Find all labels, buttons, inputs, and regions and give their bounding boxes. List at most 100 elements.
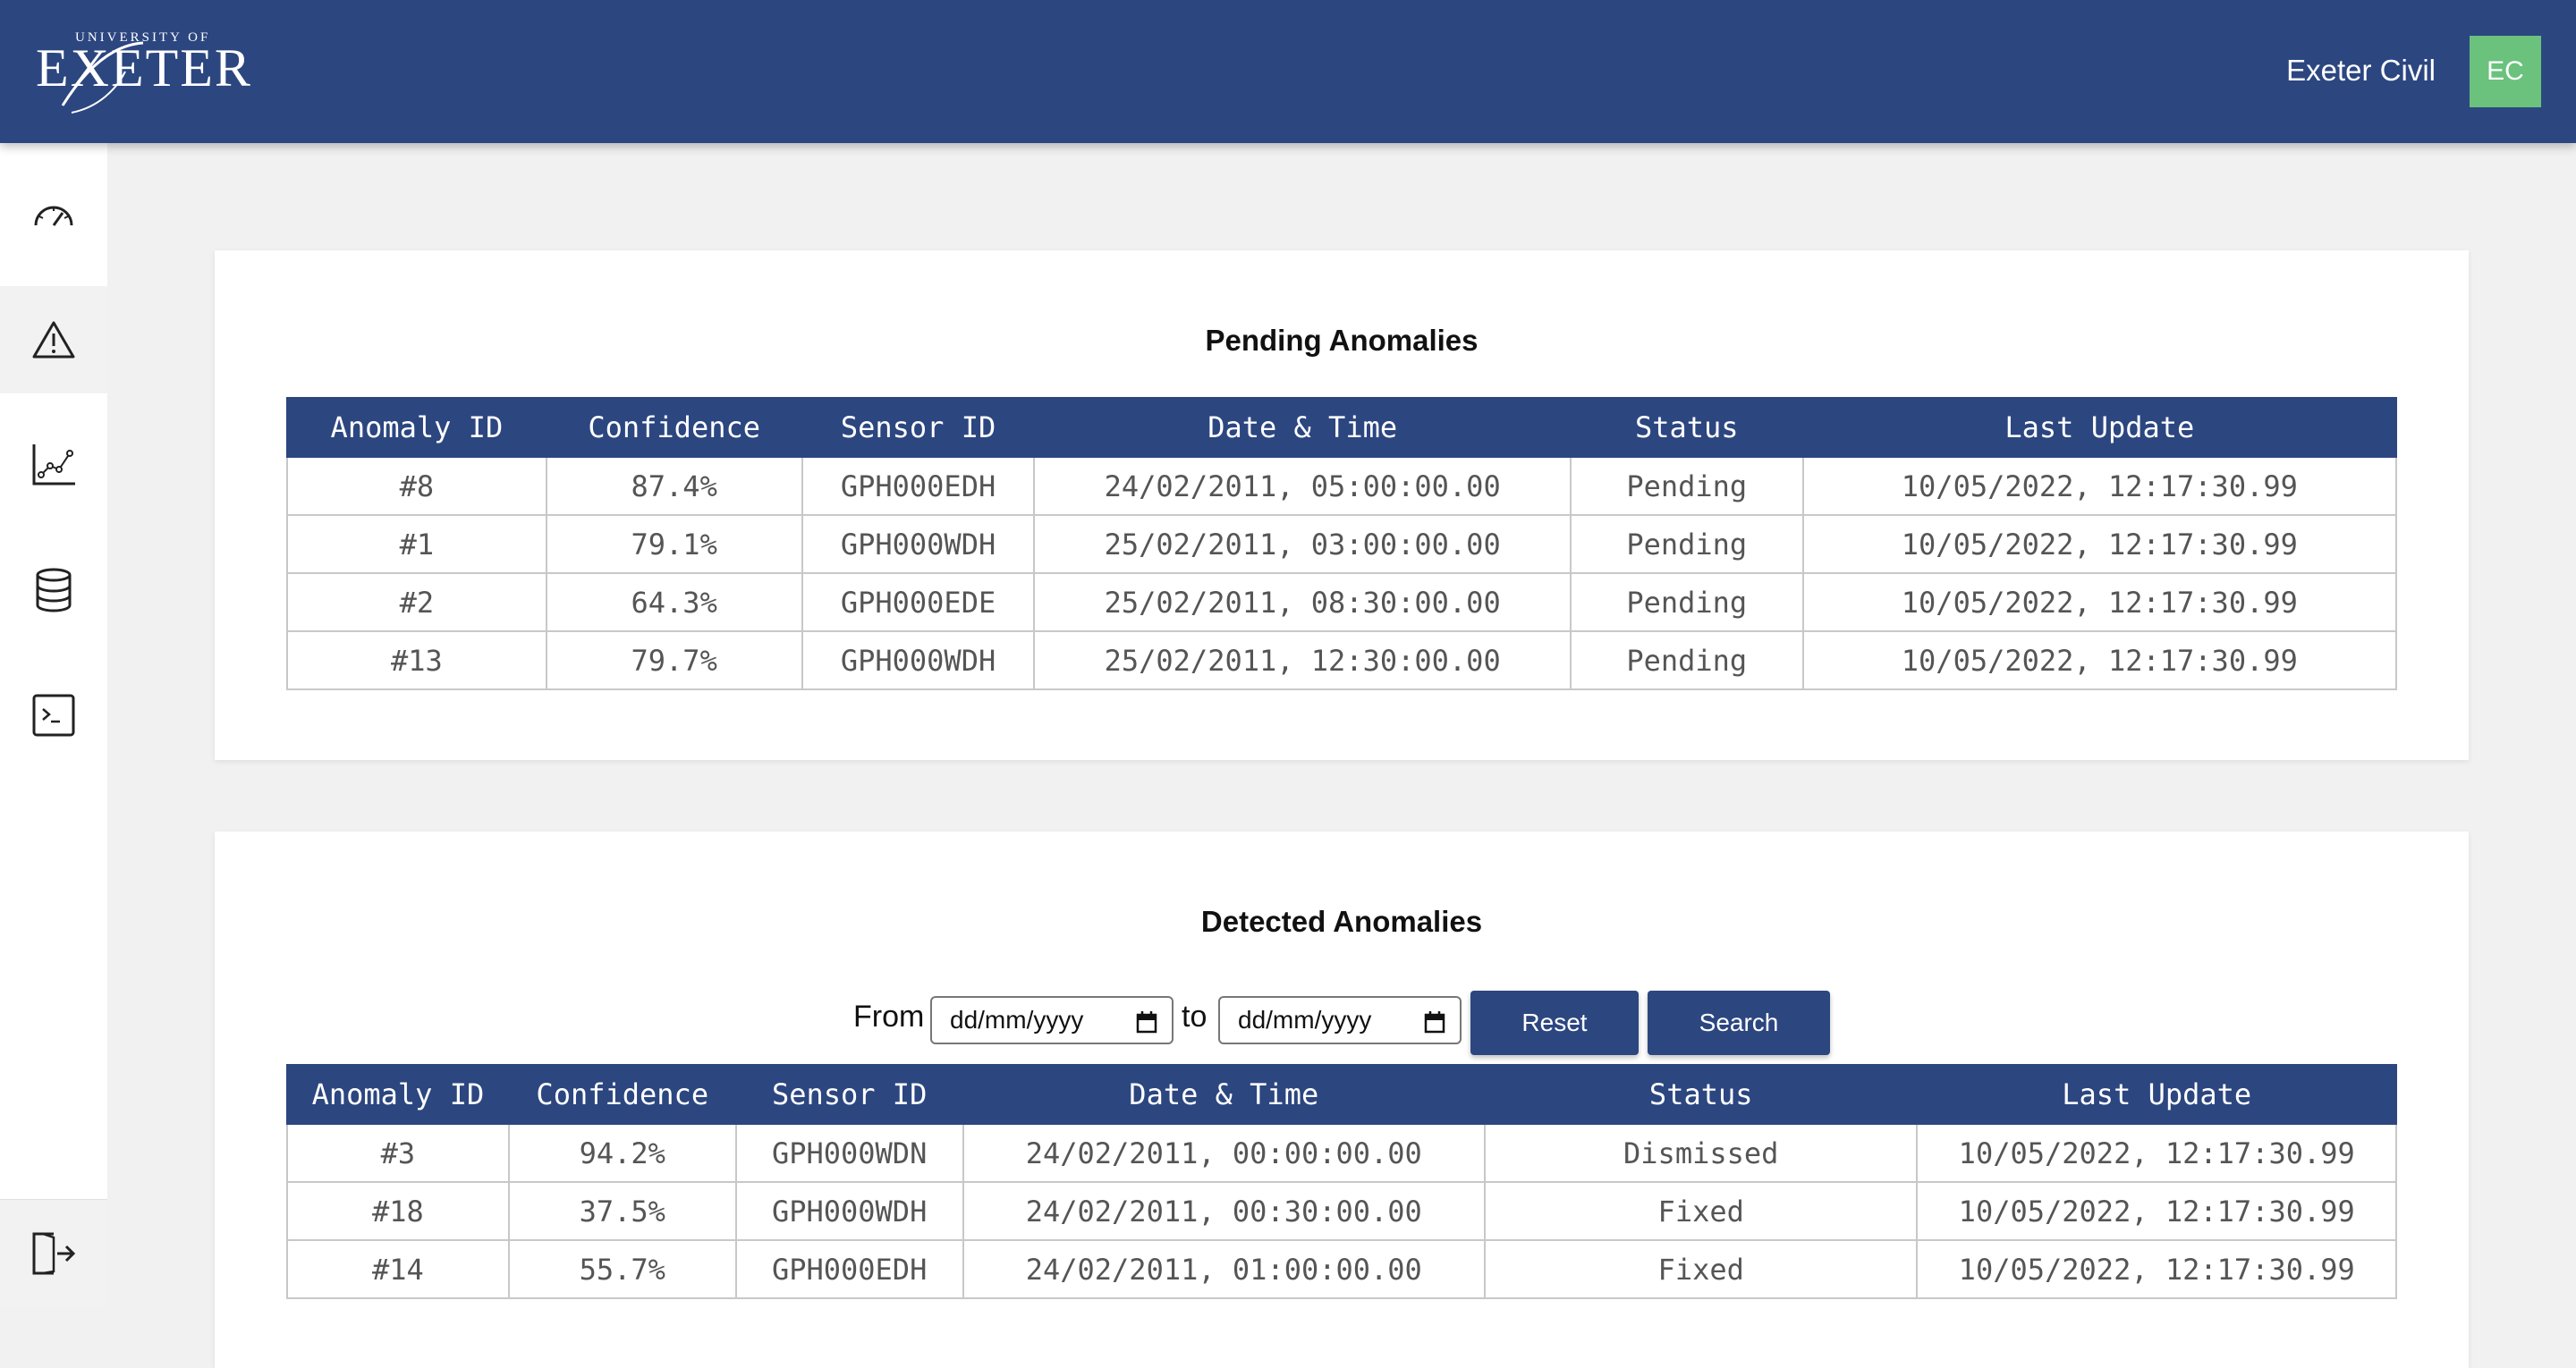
table-cell: 79.7% (545, 630, 803, 690)
reset-button[interactable]: Reset (1470, 991, 1639, 1055)
table-row[interactable]: #13 79.7% GPH000WDH 25/02/2011, 12:30:00.00… (286, 630, 2398, 690)
database-icon (36, 568, 72, 612)
table-cell: 24/02/2011, 00:00:00.00 (962, 1123, 1486, 1183)
detected-table-body: #3 94.2% GPH000WDN 24/02/2011, 00:00:00.00 D… (286, 1123, 2397, 1299)
university-logo[interactable]: UNIVERSITY OF EXETER (36, 27, 250, 116)
table-row[interactable]: #3 94.2% GPH000WDN 24/02/2011, 00:00:00.00 D… (286, 1123, 2397, 1183)
table-header-row: Anomaly ID Confidence Sensor ID Date & Time… (286, 397, 2398, 458)
sidebar-item-dashboard[interactable] (0, 161, 107, 268)
table-cell: 37.5% (507, 1181, 737, 1241)
warning-icon (32, 321, 75, 359)
table-cell: 24/02/2011, 00:30:00.00 (962, 1181, 1486, 1241)
table-cell: #1 (286, 514, 547, 574)
table-cell: 24/02/2011, 05:00:00.00 (1033, 456, 1572, 516)
table-cell: #3 (286, 1123, 510, 1183)
logout-icon (32, 1232, 76, 1275)
top-bar: UNIVERSITY OF EXETER Exeter Civil EC (0, 0, 2576, 143)
table-cell: #14 (286, 1239, 510, 1299)
table-cell: #8 (286, 456, 547, 516)
table-cell: 55.7% (507, 1239, 737, 1299)
table-cell: 10/05/2022, 12:17:30.99 (1916, 1181, 2397, 1241)
to-label: to (1182, 1000, 1208, 1034)
table-cell: Fixed (1483, 1181, 1919, 1241)
from-date-input[interactable]: dd/mm/yyyy (930, 996, 1174, 1044)
gauge-icon (34, 206, 73, 226)
pending-title: Pending Anomalies (1205, 324, 1479, 357)
column-header[interactable]: Confidence (545, 397, 803, 458)
sidebar-item-terminal[interactable] (0, 662, 107, 769)
table-cell: 10/05/2022, 12:17:30.99 (1801, 572, 2398, 632)
table-cell: 10/05/2022, 12:17:30.99 (1801, 456, 2398, 516)
table-cell: Pending (1569, 630, 1804, 690)
column-header[interactable]: Date & Time (962, 1064, 1486, 1125)
logo-big-text: EXETER (36, 38, 252, 97)
to-date-placeholder: dd/mm/yyyy (1238, 1006, 1372, 1034)
table-cell: 25/02/2011, 12:30:00.00 (1033, 630, 1572, 690)
table-cell: #18 (286, 1181, 510, 1241)
pending-table: Anomaly ID Confidence Sensor ID Date & Time… (286, 397, 2398, 690)
table-cell: GPH000WDH (801, 630, 1036, 690)
table-cell: GPH000EDE (801, 572, 1036, 632)
column-header[interactable]: Sensor ID (734, 1064, 964, 1125)
table-cell: GPH000WDH (734, 1181, 964, 1241)
table-cell: #13 (286, 630, 547, 690)
sidebar-item-analytics[interactable] (0, 411, 107, 519)
table-row[interactable]: #2 64.3% GPH000EDE 25/02/2011, 08:30:00.00 P… (286, 572, 2398, 632)
table-cell: 10/05/2022, 12:17:30.99 (1801, 514, 2398, 574)
calendar-icon[interactable] (1424, 1010, 1445, 1034)
table-cell: 94.2% (507, 1123, 737, 1183)
table-cell: Pending (1569, 514, 1804, 574)
column-header[interactable]: Last Update (1916, 1064, 2397, 1125)
table-cell: 79.1% (545, 514, 803, 574)
table-row[interactable]: #14 55.7% GPH000EDH 24/02/2011, 01:00:00.00… (286, 1239, 2397, 1299)
table-cell: Pending (1569, 572, 1804, 632)
logout-button[interactable] (0, 1199, 107, 1307)
table-cell: GPH000WDN (734, 1123, 964, 1183)
table-cell: #2 (286, 572, 547, 632)
table-row[interactable]: #18 37.5% GPH000WDH 24/02/2011, 00:30:00.00… (286, 1181, 2397, 1241)
column-header[interactable]: Anomaly ID (286, 1064, 510, 1125)
table-cell: Fixed (1483, 1239, 1919, 1299)
detected-table-header: Anomaly ID Confidence Sensor ID Date & Time… (286, 1064, 2397, 1125)
table-cell: Dismissed (1483, 1123, 1919, 1183)
column-header[interactable]: Date & Time (1033, 397, 1572, 458)
column-header[interactable]: Status (1569, 397, 1804, 458)
sidebar (0, 143, 107, 1307)
date-filter-bar: From dd/mm/yyyy to dd/mm/yyyy Reset Sear… (215, 991, 2469, 1055)
table-cell: 25/02/2011, 03:00:00.00 (1033, 514, 1572, 574)
column-header[interactable]: Last Update (1801, 397, 2398, 458)
sidebar-item-database[interactable] (0, 536, 107, 644)
table-cell: Pending (1569, 456, 1804, 516)
to-date-input[interactable]: dd/mm/yyyy (1218, 996, 1462, 1044)
table-cell: 24/02/2011, 01:00:00.00 (962, 1239, 1486, 1299)
detected-table: Anomaly ID Confidence Sensor ID Date & Time… (286, 1064, 2397, 1299)
table-cell: 64.3% (545, 572, 803, 632)
from-label: From (853, 1000, 925, 1034)
chart-icon (32, 444, 75, 486)
column-header[interactable]: Sensor ID (801, 397, 1036, 458)
table-header-row: Anomaly ID Confidence Sensor ID Date & Time… (286, 1064, 2397, 1125)
pending-table-header: Anomaly ID Confidence Sensor ID Date & Time… (286, 397, 2398, 458)
column-header[interactable]: Anomaly ID (286, 397, 547, 458)
table-cell: 87.4% (545, 456, 803, 516)
table-row[interactable]: #1 79.1% GPH000WDH 25/02/2011, 03:00:00.00 P… (286, 514, 2398, 574)
table-cell: 25/02/2011, 08:30:00.00 (1033, 572, 1572, 632)
avatar[interactable]: EC (2470, 36, 2541, 107)
terminal-icon (32, 694, 75, 737)
detected-anomalies-card: Detected Anomalies From dd/mm/yyyy to dd… (215, 832, 2469, 1368)
table-cell: 10/05/2022, 12:17:30.99 (1801, 630, 2398, 690)
column-header[interactable]: Status (1483, 1064, 1919, 1125)
table-cell: GPH000EDH (734, 1239, 964, 1299)
table-cell: GPH000WDH (801, 514, 1036, 574)
column-header[interactable]: Confidence (507, 1064, 737, 1125)
from-date-placeholder: dd/mm/yyyy (950, 1006, 1084, 1034)
table-row[interactable]: #8 87.4% GPH000EDH 24/02/2011, 05:00:00.00 P… (286, 456, 2398, 516)
detected-title: Detected Anomalies (1200, 905, 1483, 938)
table-cell: 10/05/2022, 12:17:30.99 (1916, 1123, 2397, 1183)
sidebar-item-anomalies[interactable] (0, 286, 107, 393)
organization-name: Exeter Civil (2286, 54, 2436, 87)
search-button[interactable]: Search (1648, 991, 1830, 1055)
calendar-icon[interactable] (1136, 1010, 1157, 1034)
pending-table-body: #8 87.4% GPH000EDH 24/02/2011, 05:00:00.00 P… (286, 456, 2398, 690)
table-cell: 10/05/2022, 12:17:30.99 (1916, 1239, 2397, 1299)
